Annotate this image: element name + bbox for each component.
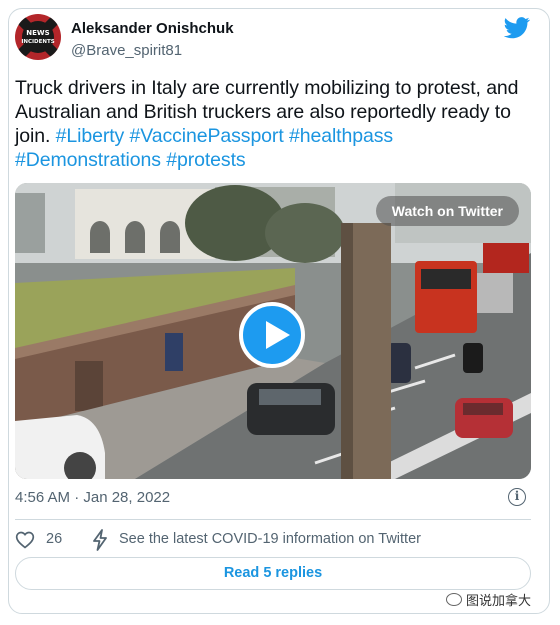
tweet-actions: 26 See the latest COVID-19 information o… (15, 527, 531, 553)
divider (15, 519, 531, 520)
avatar-image: NEWS INCIDENTS (15, 14, 61, 60)
author-handle[interactable]: @Brave_spirit81 (71, 42, 182, 59)
heart-icon[interactable] (15, 530, 35, 550)
info-icon[interactable]: i (508, 488, 526, 506)
read-replies-button[interactable]: Read 5 replies (15, 557, 531, 590)
wechat-icon (446, 593, 462, 606)
watch-on-twitter-button[interactable]: Watch on Twitter (375, 196, 519, 226)
avatar[interactable]: NEWS INCIDENTS (15, 14, 61, 60)
tweet-timestamp[interactable]: 4:56 AM · Jan 28, 2022 (15, 489, 170, 506)
twitter-bird-icon[interactable] (504, 17, 530, 39)
video-thumbnail[interactable]: Watch on Twitter (15, 183, 531, 479)
covid-info-link[interactable]: See the latest COVID-19 information on T… (119, 531, 421, 547)
watermark-text: 图说加拿大 (466, 594, 532, 609)
lightning-bolt-icon (93, 529, 107, 551)
hashtag-healthpass[interactable]: #healthpass (289, 125, 393, 147)
author-name[interactable]: Aleksander Onishchuk (71, 20, 234, 37)
tweet-text: Truck drivers in Italy are currently mob… (15, 76, 530, 172)
hashtag-protests[interactable]: #protests (166, 149, 245, 171)
avatar-text-top: NEWS (26, 29, 49, 37)
hashtag-vaccinepassport[interactable]: #VaccinePassport (130, 125, 284, 147)
play-icon[interactable] (239, 302, 305, 368)
avatar-text-bottom: INCIDENTS (21, 39, 54, 45)
watermark: 图说加拿大 (446, 590, 531, 609)
hashtag-demonstrations[interactable]: #Demonstrations (15, 149, 161, 171)
hashtag-liberty[interactable]: #Liberty (56, 125, 125, 147)
like-count: 26 (46, 531, 63, 547)
